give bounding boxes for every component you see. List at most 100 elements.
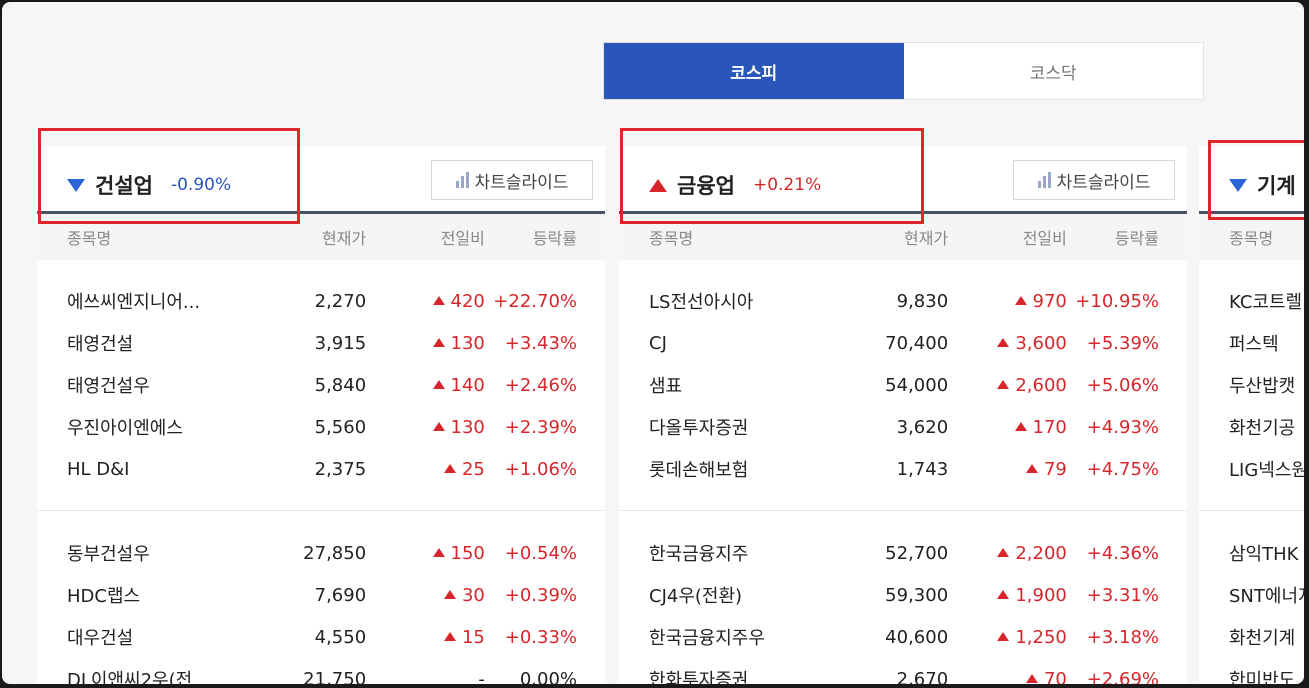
stock-name[interactable]: 퍼스텍 — [1229, 330, 1304, 356]
stock-list: LS전선아시아 9,830 970 +10.95% CJ 70,400 3,600 +5.39… — [619, 260, 1187, 684]
market-tabs: 코스피 코스닥 — [603, 42, 1204, 100]
table-row[interactable]: 두산밥캣 — [1199, 364, 1304, 406]
change-value: 1,900 — [1015, 584, 1067, 606]
change-value: 70 — [1043, 668, 1067, 685]
change-value: 170 — [1032, 416, 1067, 438]
stock-name[interactable]: 화천기계 — [1229, 624, 1304, 650]
col-name: 종목명 — [649, 229, 694, 248]
up-arrow-icon — [997, 589, 1010, 599]
stock-name[interactable]: 태영건설우 — [67, 372, 257, 398]
table-row[interactable]: CJ4우(전환) 59,300 1,900 +3.31% — [619, 574, 1187, 616]
change-value: 79 — [1043, 458, 1067, 480]
table-row[interactable]: LIG넥스원 — [1199, 448, 1304, 490]
table-row[interactable]: 한국금융지주 52,700 2,200 +4.36% — [619, 532, 1187, 574]
table-row[interactable]: 다올투자증권 3,620 170 +4.93% — [619, 406, 1187, 448]
table-row[interactable]: 삼익THK — [1199, 532, 1304, 574]
change-value: 1,250 — [1015, 626, 1067, 648]
table-row[interactable]: 태영건설우 5,840 140 +2.46% — [37, 364, 605, 406]
stock-change: 70 — [948, 668, 1067, 685]
up-arrow-icon — [432, 337, 445, 347]
stock-change: 170 — [948, 417, 1067, 438]
stock-name[interactable]: 동부건설우 — [67, 540, 257, 566]
table-row[interactable]: 동부건설우 27,850 150 +0.54% — [37, 532, 605, 574]
table-row[interactable]: 에쓰씨엔지니어... 2,270 420 +22.70% — [37, 280, 605, 322]
table-row[interactable]: 화천기계 — [1199, 616, 1304, 658]
change-value: 420 — [450, 290, 485, 312]
stock-rate: +2.39% — [504, 416, 577, 438]
stock-rate: 0.00% — [519, 668, 577, 685]
table-row[interactable]: SNT에너지 — [1199, 574, 1304, 616]
stock-name[interactable]: 화천기공 — [1229, 414, 1304, 440]
stock-name[interactable]: 두산밥캣 — [1229, 372, 1304, 398]
table-row[interactable]: 롯데손해보험 1,743 79 +4.75% — [619, 448, 1187, 490]
stock-name[interactable]: SNT에너지 — [1229, 582, 1304, 608]
up-arrow-icon — [1014, 295, 1027, 305]
col-change: 전일비 — [1022, 229, 1067, 248]
stock-name[interactable]: 다올투자증권 — [649, 414, 839, 440]
chart-slide-button[interactable]: 차트슬라이드 — [431, 160, 593, 200]
stock-price: 59,300 — [885, 584, 949, 606]
stock-name[interactable]: CJ — [649, 333, 839, 354]
stock-name[interactable]: KC코트렐 — [1229, 288, 1304, 314]
stock-price: 4,550 — [314, 626, 367, 648]
stock-name[interactable]: CJ4우(전환) — [649, 582, 839, 608]
stock-name[interactable]: 한국금융지주 — [649, 540, 839, 566]
stock-name[interactable]: 롯데손해보험 — [649, 456, 839, 482]
table-row[interactable]: HL D&I 2,375 25 +1.06% — [37, 448, 605, 490]
stock-name[interactable]: 한국금융지주우 — [649, 624, 839, 650]
stock-name[interactable]: 대우건설 — [67, 624, 257, 650]
stock-rate: +10.95% — [1075, 290, 1159, 312]
stock-rate: +2.46% — [504, 374, 577, 396]
table-row[interactable]: 한미반도 — [1199, 658, 1304, 684]
table-row[interactable]: 대우건설 4,550 15 +0.33% — [37, 616, 605, 658]
tab-kospi[interactable]: 코스피 — [604, 43, 904, 99]
table-row[interactable]: HDC랩스 7,690 30 +0.39% — [37, 574, 605, 616]
table-row[interactable]: 한화투자증권 2,670 70 +2.69% — [619, 658, 1187, 685]
up-arrow-icon — [432, 295, 445, 305]
stock-name[interactable]: 우진아이엔에스 — [67, 414, 257, 440]
stock-name[interactable]: HL D&I — [67, 459, 257, 480]
change-value: 25 — [461, 458, 485, 480]
up-arrow-icon — [432, 421, 445, 431]
stock-name[interactable]: 샘표 — [649, 372, 839, 398]
stock-rate: +3.43% — [504, 332, 577, 354]
stock-name[interactable]: 한화투자증권 — [649, 666, 839, 684]
stock-price: 52,700 — [885, 542, 949, 564]
highlight-box — [38, 128, 300, 224]
stock-name[interactable]: 한미반도 — [1229, 666, 1304, 684]
change-value: 30 — [461, 584, 485, 606]
up-arrow-icon — [443, 631, 456, 641]
stock-rate: +22.70% — [493, 290, 577, 312]
up-arrow-icon — [1025, 673, 1038, 683]
stock-price: 5,840 — [314, 374, 367, 396]
stock-name[interactable]: LIG넥스원 — [1229, 456, 1304, 482]
stock-name[interactable]: LS전선아시아 — [649, 288, 839, 314]
table-row[interactable]: DL이앤씨2우(전 21,750- 0.00% — [37, 658, 605, 685]
stock-name[interactable]: DL이앤씨2우(전 — [67, 666, 257, 684]
table-row[interactable]: 한국금융지주우 40,600 1,250 +3.18% — [619, 616, 1187, 658]
tab-kosdaq[interactable]: 코스닥 — [904, 43, 1204, 99]
change-value: 2,600 — [1015, 374, 1067, 396]
stock-name[interactable]: 태영건설 — [67, 330, 257, 356]
highlight-box — [620, 128, 924, 224]
stock-name[interactable]: HDC랩스 — [67, 582, 257, 608]
table-row[interactable]: 퍼스텍 — [1199, 322, 1304, 364]
sector-card-2: 기계차트슬라이드종목명현재가전일비등락률KC코트렐퍼스텍두산밥캣화천기공LIG넥… — [1199, 146, 1304, 684]
col-price: 현재가 — [903, 229, 949, 248]
change-value: 3,600 — [1015, 332, 1067, 354]
stock-name[interactable]: 삼익THK — [1229, 540, 1304, 566]
table-row[interactable]: 우진아이엔에스 5,560 130 +2.39% — [37, 406, 605, 448]
divider — [619, 510, 1187, 511]
table-row[interactable]: KC코트렐 — [1199, 280, 1304, 322]
stock-name[interactable]: 에쓰씨엔지니어... — [67, 288, 257, 314]
stock-price: 70,400 — [885, 332, 949, 354]
table-row[interactable]: CJ 70,400 3,600 +5.39% — [619, 322, 1187, 364]
table-row[interactable]: 태영건설 3,915 130 +3.43% — [37, 322, 605, 364]
stock-rate: +1.06% — [504, 458, 577, 480]
chart-slide-button[interactable]: 차트슬라이드 — [1013, 160, 1175, 200]
up-arrow-icon — [432, 379, 445, 389]
table-row[interactable]: LS전선아시아 9,830 970 +10.95% — [619, 280, 1187, 322]
stock-price: 7,690 — [314, 584, 367, 606]
table-row[interactable]: 샘표 54,000 2,600 +5.06% — [619, 364, 1187, 406]
table-row[interactable]: 화천기공 — [1199, 406, 1304, 448]
